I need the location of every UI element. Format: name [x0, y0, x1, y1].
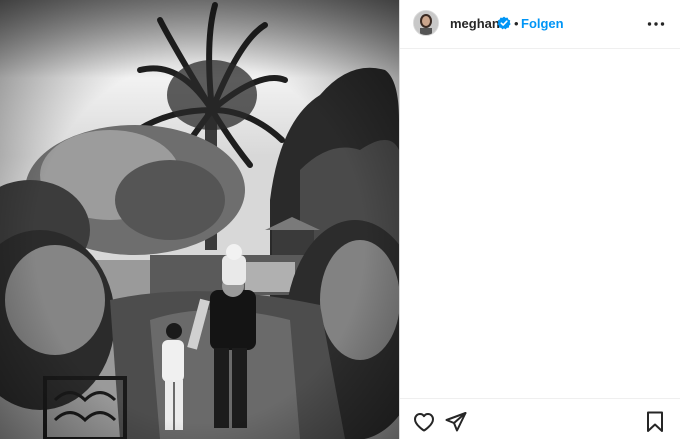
post-photo[interactable] — [0, 0, 399, 439]
header-separator: • — [514, 16, 519, 31]
post-action-bar — [400, 398, 680, 440]
more-options-icon[interactable] — [646, 14, 666, 34]
follow-button[interactable]: Folgen — [521, 16, 564, 32]
garden-family-photo — [0, 0, 399, 439]
post-header: meghan • Folgen — [400, 0, 680, 49]
heart-icon[interactable] — [412, 410, 436, 434]
verified-badge-icon — [497, 16, 511, 30]
bookmark-icon[interactable] — [643, 410, 667, 434]
post-side-panel: meghan • Folgen — [400, 0, 680, 439]
username-link[interactable]: meghan — [450, 16, 500, 32]
paper-plane-icon[interactable] — [444, 410, 468, 434]
avatar[interactable] — [413, 10, 439, 36]
avatar-image — [414, 11, 438, 35]
